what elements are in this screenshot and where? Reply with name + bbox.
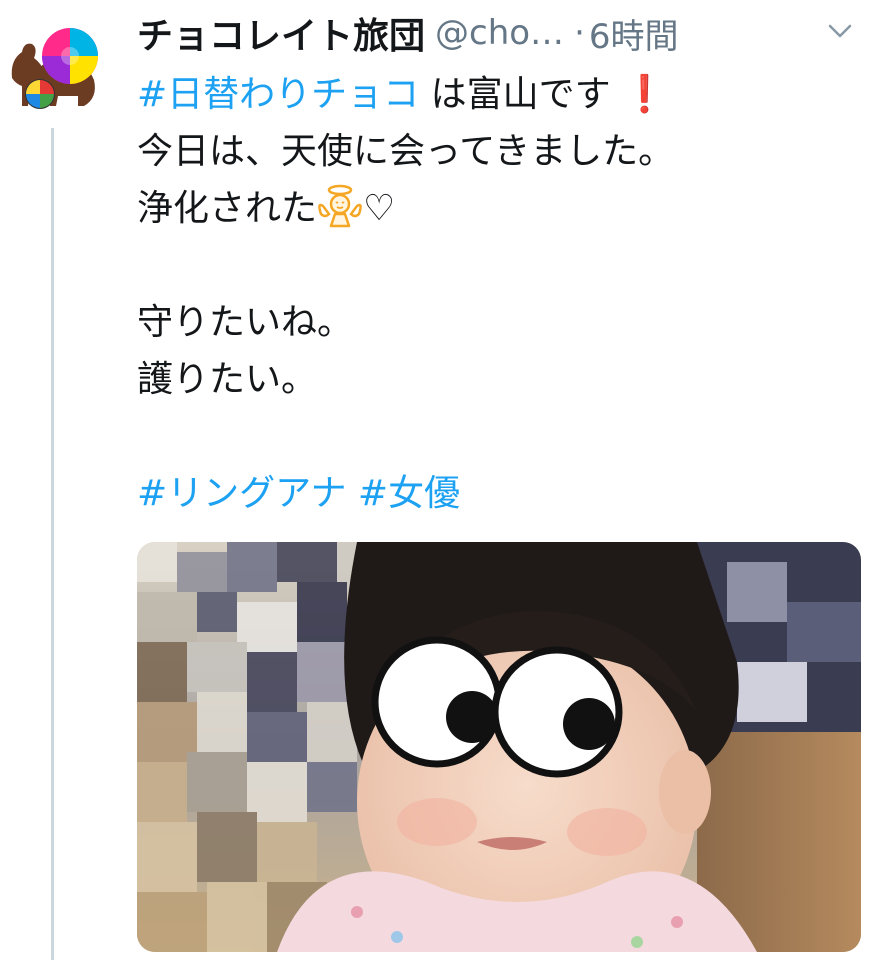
tweet-line-4: 守りたいね。	[137, 294, 857, 351]
tweet-header: チョコレイト旅団 @cho… · 6時間	[137, 8, 857, 58]
hashtag-link[interactable]: #リングアナ	[137, 473, 346, 514]
exclamation-emoji-icon: ❗	[622, 74, 667, 115]
tweet-line-text: 浄化された	[137, 188, 318, 229]
avatar-logo-icon	[11, 28, 98, 109]
timestamp[interactable]: 6時間	[589, 9, 679, 58]
tweet-line-text: 今日は、天使に会ってきました。	[137, 131, 675, 172]
angel-emoji-icon	[317, 184, 363, 245]
hashtag-link[interactable]: #日替わりチョコ	[137, 74, 419, 115]
hashtag-link[interactable]: #女優	[358, 473, 460, 514]
tweet-line-2: 今日は、天使に会ってきました。	[137, 123, 857, 180]
tweet-line-text: 守りたいね。	[137, 302, 354, 343]
hashtag-line: #リングアナ #女優	[137, 465, 857, 522]
tweet-line-text: 護りたい。	[137, 359, 318, 400]
tweet-line-5: 護りたい。	[137, 351, 857, 408]
chevron-down-icon[interactable]	[823, 16, 857, 46]
tweet-line-text: は富山です	[419, 74, 611, 115]
thread-connector-line	[51, 128, 54, 960]
baby-photo-image	[137, 542, 861, 952]
tweet-text: #日替わりチョコ は富山です ❗ 今日は、天使に会ってきました。 浄化された ♡…	[137, 66, 857, 522]
avatar[interactable]	[8, 20, 104, 116]
tweet-photo[interactable]	[137, 542, 861, 952]
author-handle[interactable]: @cho…	[435, 13, 564, 53]
tweet-line-1: #日替わりチョコ は富山です ❗	[137, 66, 857, 123]
tweet-line-3: 浄化された ♡	[137, 180, 857, 237]
author-name[interactable]: チョコレイト旅団	[137, 7, 425, 59]
heart-symbol: ♡	[363, 188, 396, 229]
separator-dot: ·	[574, 13, 585, 53]
